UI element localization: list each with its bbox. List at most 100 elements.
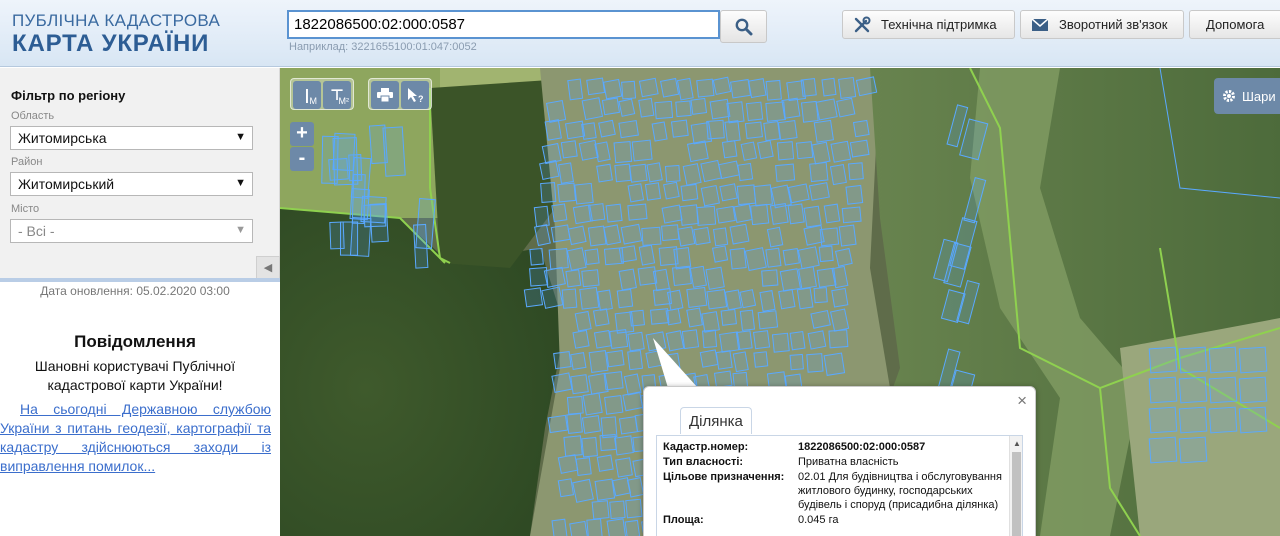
- parcel-outline[interactable]: [777, 119, 798, 141]
- parcel-outline[interactable]: [757, 139, 774, 160]
- parcel-outline[interactable]: [539, 159, 560, 181]
- parcel-outline[interactable]: [626, 477, 645, 498]
- parcel-outline[interactable]: [686, 286, 708, 308]
- parcel-outline[interactable]: [712, 227, 729, 247]
- parcel-outline[interactable]: [715, 350, 733, 370]
- parcel-outline[interactable]: [579, 286, 600, 310]
- parcel-outline[interactable]: [664, 164, 681, 183]
- parcel-outline[interactable]: [601, 97, 621, 116]
- parcel-outline[interactable]: [823, 203, 841, 224]
- parcel-outline[interactable]: [1238, 376, 1268, 404]
- parcel-outline[interactable]: [588, 203, 606, 222]
- parcel-outline[interactable]: [748, 78, 767, 99]
- parcel-outline[interactable]: [614, 435, 634, 456]
- parcel-outline[interactable]: [730, 78, 752, 99]
- close-icon[interactable]: ×: [1017, 391, 1027, 411]
- parcel-outline[interactable]: [1208, 376, 1238, 404]
- parcel-outline[interactable]: [654, 100, 674, 120]
- parcel-outline[interactable]: [1238, 406, 1268, 434]
- parcel-outline[interactable]: [690, 97, 708, 115]
- parcel-outline[interactable]: [567, 78, 584, 101]
- parcel-outline[interactable]: [593, 330, 612, 349]
- parcel-outline[interactable]: [631, 139, 653, 162]
- parcel-outline[interactable]: [803, 205, 822, 228]
- parcel-outline[interactable]: [744, 247, 767, 272]
- parcel-outline[interactable]: [661, 204, 683, 224]
- parcel-outline[interactable]: [670, 119, 689, 138]
- parcel-outline[interactable]: [627, 183, 645, 203]
- parcel-outline[interactable]: [775, 163, 796, 182]
- parcel-outline[interactable]: [787, 183, 810, 204]
- parcel-outline[interactable]: [584, 248, 600, 266]
- parcel-outline[interactable]: [829, 164, 847, 186]
- measure-length-button[interactable]: | M: [293, 81, 321, 109]
- parcel-outline[interactable]: [413, 223, 429, 269]
- parcel-outline[interactable]: [620, 223, 643, 245]
- parcel-outline[interactable]: [557, 454, 579, 474]
- parcel-outline[interactable]: [624, 519, 641, 536]
- parcel-outline[interactable]: [729, 223, 750, 245]
- parcel-outline[interactable]: [603, 371, 624, 391]
- parcel-outline[interactable]: [652, 268, 670, 292]
- parcel-outline[interactable]: [592, 308, 610, 327]
- parcel-outline[interactable]: [614, 163, 632, 183]
- parcel-outline[interactable]: [572, 329, 590, 349]
- collapse-sidebar-button[interactable]: ◀: [256, 256, 280, 280]
- parcel-outline[interactable]: [852, 119, 870, 138]
- parcel-outline[interactable]: [800, 78, 817, 97]
- parcel-outline[interactable]: [616, 288, 634, 309]
- parcel-outline[interactable]: [575, 457, 592, 476]
- parcel-outline[interactable]: [759, 290, 776, 312]
- parcel-outline[interactable]: [604, 394, 624, 415]
- parcel-outline[interactable]: [574, 182, 594, 205]
- parcel-outline[interactable]: [739, 309, 756, 331]
- parcel-outline[interactable]: [1178, 346, 1208, 374]
- parcel-outline[interactable]: [551, 518, 568, 536]
- parcel-outline[interactable]: [701, 311, 720, 333]
- parcel-outline[interactable]: [787, 203, 805, 225]
- parcel-outline[interactable]: [609, 500, 626, 520]
- parcel-outline[interactable]: [845, 184, 864, 205]
- parcel-outline[interactable]: [622, 391, 644, 412]
- parcel-outline[interactable]: [581, 122, 597, 140]
- parcel-outline[interactable]: [529, 266, 549, 287]
- parcel-outline[interactable]: [360, 195, 387, 224]
- parcel-outline[interactable]: [529, 247, 544, 266]
- parcel-outline[interactable]: [594, 478, 616, 501]
- parcel-outline[interactable]: [540, 181, 557, 203]
- parcel-outline[interactable]: [679, 204, 700, 226]
- parcel-outline[interactable]: [797, 246, 820, 270]
- parcel-outline[interactable]: [855, 76, 878, 97]
- parcel-outline[interactable]: [641, 226, 662, 246]
- help-button[interactable]: Допомога: [1189, 10, 1280, 39]
- parcel-outline[interactable]: [821, 77, 837, 97]
- parcel-outline[interactable]: [603, 224, 622, 246]
- parcel-outline[interactable]: [720, 308, 737, 326]
- parcel-outline[interactable]: [596, 163, 613, 183]
- parcel-outline[interactable]: [382, 126, 406, 177]
- parcel-outline[interactable]: [834, 247, 853, 267]
- parcel-outline[interactable]: [813, 119, 834, 143]
- parcel-outline[interactable]: [563, 435, 583, 457]
- parcel-outline[interactable]: [661, 224, 680, 242]
- parcel-outline[interactable]: [795, 141, 814, 160]
- scrollbar-thumb[interactable]: [1012, 452, 1021, 536]
- parcel-outline[interactable]: [586, 518, 603, 536]
- parcel-outline[interactable]: [750, 203, 770, 226]
- parcel-outline[interactable]: [543, 266, 566, 288]
- parcel-outline[interactable]: [819, 227, 840, 247]
- parcel-outline[interactable]: [700, 184, 720, 207]
- parcel-outline[interactable]: [740, 141, 758, 161]
- parcel-outline[interactable]: [744, 121, 763, 139]
- parcel-outline[interactable]: [545, 99, 567, 123]
- parcel-outline[interactable]: [771, 332, 790, 353]
- parcel-outline[interactable]: [733, 203, 753, 223]
- parcel-outline[interactable]: [811, 141, 831, 165]
- parcel-outline[interactable]: [629, 163, 648, 183]
- parcel-outline[interactable]: [836, 97, 856, 118]
- parcel-outline[interactable]: [551, 372, 573, 393]
- parcel-outline[interactable]: [627, 331, 645, 352]
- parcel-outline[interactable]: [841, 206, 862, 224]
- parcel-outline[interactable]: [613, 141, 633, 164]
- parcel-outline[interactable]: [659, 77, 680, 98]
